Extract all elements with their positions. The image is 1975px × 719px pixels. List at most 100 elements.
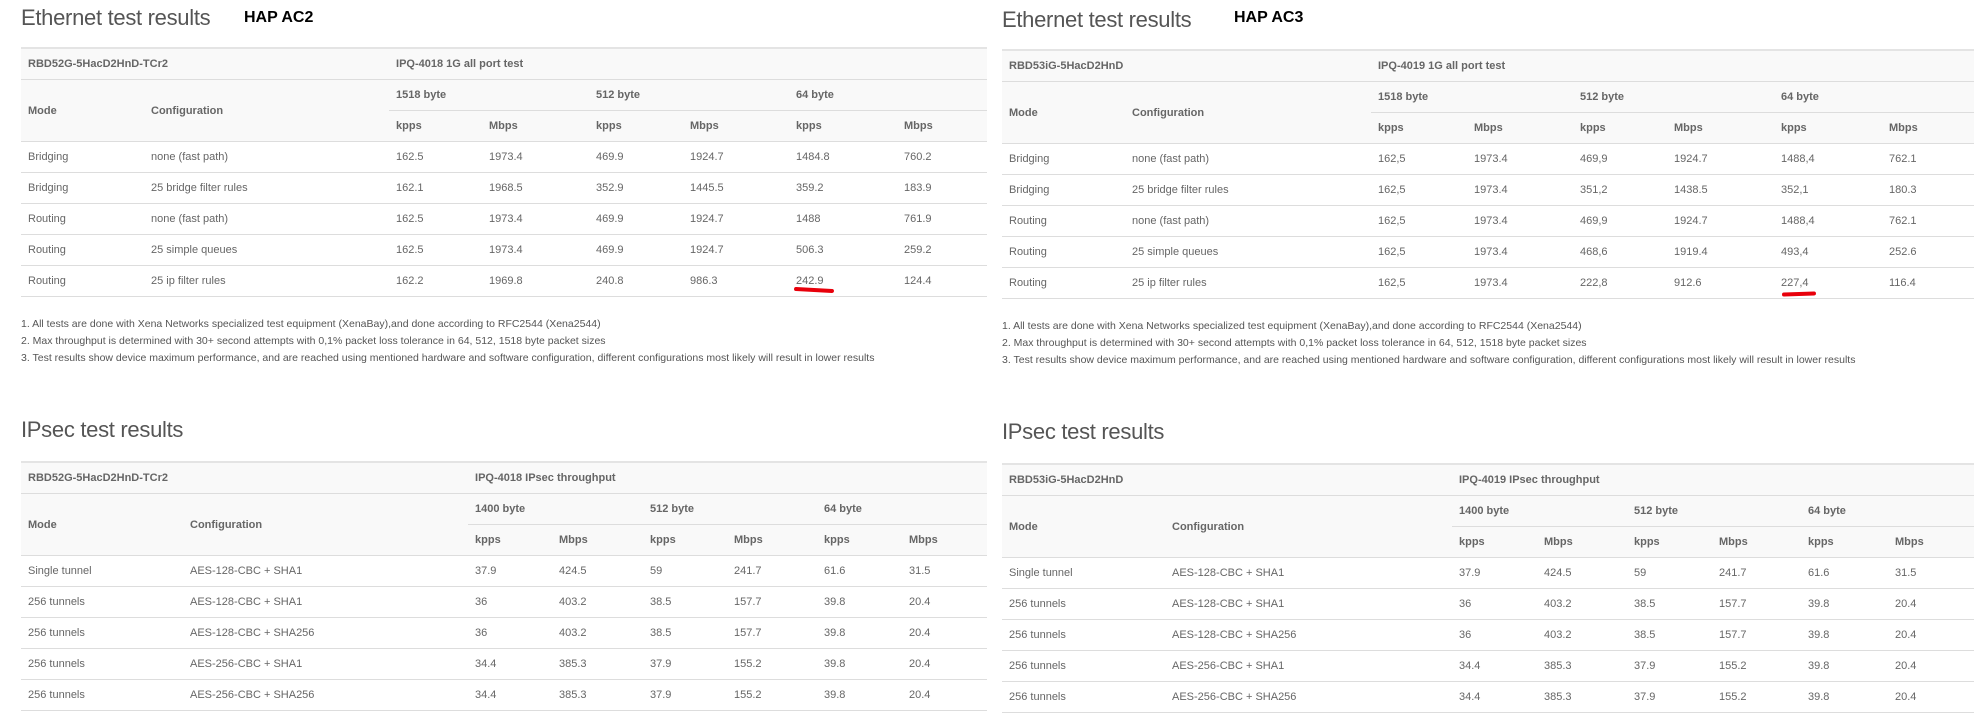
unit-header: Mbps xyxy=(683,110,790,142)
unit-header: kpps xyxy=(1371,112,1467,144)
value-cell: 912.6 xyxy=(1667,267,1774,299)
value-cell: 1924.7 xyxy=(683,203,790,235)
mode-cell: 256 tunnels xyxy=(21,648,183,680)
mode-cell: Bridging xyxy=(1002,174,1125,206)
value-cell: 162.5 xyxy=(389,203,483,235)
note: 1. All tests are done with Xena Networks… xyxy=(1002,320,1582,332)
table-row: 256 tunnels AES-256-CBC + SHA1 34.4 385.3 37… xyxy=(1002,650,1974,682)
ethernet-results-table-right: RBD53iG-5HacD2HnD IPQ-4019 1G all port te… xyxy=(1002,49,1975,299)
configuration-cell: none (fast path) xyxy=(144,141,390,173)
value-cell: 155.2 xyxy=(1712,681,1801,713)
packet-size-header: 512 byte xyxy=(1573,81,1774,113)
mode-cell: 256 tunnels xyxy=(1002,619,1165,651)
value-cell: 37.9 xyxy=(643,648,728,680)
unit-header: kpps xyxy=(643,524,728,556)
value-cell: 240.8 xyxy=(589,265,684,297)
value-cell: 1973.4 xyxy=(482,203,590,235)
value-cell: 493,4 xyxy=(1774,236,1882,268)
value-cell: 59 xyxy=(1627,557,1712,589)
value-cell: 469.9 xyxy=(589,234,684,266)
packet-size-header: 1400 byte xyxy=(1452,495,1627,527)
mode-header: Mode xyxy=(21,79,144,142)
ipsec-results-table-right: RBD53iG-5HacD2HnD IPQ-4019 IPsec throughp… xyxy=(1002,463,1974,713)
mode-cell: Bridging xyxy=(1002,143,1125,175)
value-cell: 1924.7 xyxy=(683,141,790,173)
unit-header: Mbps xyxy=(727,524,818,556)
value-cell: 61.6 xyxy=(817,555,903,587)
table-row: Routing 25 ip filter rules 162.2 1969.8 240.… xyxy=(21,265,988,297)
table-row: Bridging 25 bridge filter rules 162.1 1968.… xyxy=(21,172,988,204)
table-row: Bridging none (fast path) 162.5 1973.4 469.9… xyxy=(21,141,988,173)
value-cell: 1973.4 xyxy=(1467,174,1573,206)
packet-size-header: 64 byte xyxy=(789,79,988,111)
mode-cell: 256 tunnels xyxy=(1002,681,1165,713)
packet-size-header: 1518 byte xyxy=(1371,81,1573,113)
unit-header: kpps xyxy=(1774,112,1882,144)
value-cell: 1924.7 xyxy=(1667,143,1774,175)
value-cell: 1973.4 xyxy=(482,234,590,266)
value-cell: 61.6 xyxy=(1801,557,1888,589)
value-cell: 162.1 xyxy=(389,172,483,204)
value-cell: 385.3 xyxy=(1537,681,1627,713)
value-cell: 1973.4 xyxy=(1467,143,1573,175)
configuration-cell: AES-128-CBC + SHA1 xyxy=(183,555,469,587)
mode-cell: Routing xyxy=(1002,267,1125,299)
value-cell: 116.4 xyxy=(1882,267,1975,299)
group-header-row: Mode Configuration 1518 byte 512 byte 64 byt… xyxy=(21,79,988,142)
mode-cell: 256 tunnels xyxy=(21,617,183,649)
value-cell: 20.4 xyxy=(1888,650,1974,682)
table-row: Routing 25 simple queues 162.5 1973.4 469.9 1… xyxy=(21,234,988,266)
packet-size-header: 1518 byte xyxy=(389,79,590,111)
mode-cell: Routing xyxy=(1002,236,1125,268)
table-row: 256 tunnels AES-256-CBC + SHA1 34.4 385.3 37… xyxy=(21,648,988,680)
value-cell: 37.9 xyxy=(1627,681,1712,713)
unit-header: Mbps xyxy=(1537,526,1627,558)
test-name: IPQ-4019 1G all port test xyxy=(1371,49,1975,82)
configuration-header: Configuration xyxy=(1125,81,1371,144)
table-title-row: RBD52G-5HacD2HnD-TCr2 IPQ-4018 1G all por… xyxy=(21,47,988,80)
ethernet-title-right: Ethernet test results xyxy=(1002,7,1192,32)
unit-header: kpps xyxy=(1573,112,1667,144)
unit-header: Mbps xyxy=(897,110,988,142)
configuration-cell: AES-128-CBC + SHA1 xyxy=(1165,557,1452,589)
value-cell: 38.5 xyxy=(1627,619,1712,651)
configuration-cell: 25 ip filter rules xyxy=(144,265,390,297)
value-cell: 155.2 xyxy=(727,679,818,711)
mode-cell: 256 tunnels xyxy=(21,586,183,618)
value-cell: 403.2 xyxy=(552,617,644,649)
value-cell: 351,2 xyxy=(1573,174,1667,206)
value-cell: 36 xyxy=(468,586,553,618)
table-row: 256 tunnels AES-128-CBC + SHA256 36 403.2 38… xyxy=(21,617,988,649)
value-cell: 1488,4 xyxy=(1774,143,1882,175)
unit-header: Mbps xyxy=(1712,526,1801,558)
value-cell: 762.1 xyxy=(1882,143,1975,175)
value-cell: 385.3 xyxy=(1537,650,1627,682)
value-cell: 20.4 xyxy=(902,617,988,649)
value-cell: 259.2 xyxy=(897,234,988,266)
packet-size-header: 1400 byte xyxy=(468,493,644,525)
table-row: 256 tunnels AES-256-CBC + SHA256 34.4 385.3… xyxy=(1002,681,1974,713)
note: 2. Max throughput is determined with 30+… xyxy=(21,335,606,347)
value-cell: 124.4 xyxy=(897,265,988,297)
value-cell: 352,1 xyxy=(1774,174,1882,206)
unit-header: kpps xyxy=(1452,526,1537,558)
table-row: 256 tunnels AES-128-CBC + SHA1 36 403.2 38.5… xyxy=(1002,588,1974,620)
table-title-row: RBD53iG-5HacD2HnD IPQ-4019 1G all port te… xyxy=(1002,49,1975,82)
table-title-row: RBD52G-5HacD2HnD-TCr2 IPQ-4018 IPsec thro… xyxy=(21,461,988,494)
configuration-header: Configuration xyxy=(144,79,390,142)
configuration-header: Configuration xyxy=(183,493,469,556)
test-name: IPQ-4018 IPsec throughput xyxy=(468,461,988,494)
value-cell: 1438.5 xyxy=(1667,174,1774,206)
value-cell: 20.4 xyxy=(1888,681,1974,713)
value-cell: 20.4 xyxy=(1888,588,1974,620)
value-cell: 986.3 xyxy=(683,265,790,297)
configuration-cell: 25 simple queues xyxy=(144,234,390,266)
unit-header: Mbps xyxy=(1882,112,1975,144)
value-cell: 242.9 xyxy=(789,265,898,297)
value-cell: 1969.8 xyxy=(482,265,590,297)
mode-cell: 256 tunnels xyxy=(1002,650,1165,682)
value-cell: 241.7 xyxy=(727,555,818,587)
unit-header: kpps xyxy=(1627,526,1712,558)
value-cell: 157.7 xyxy=(1712,619,1801,651)
value-cell: 31.5 xyxy=(1888,557,1974,589)
